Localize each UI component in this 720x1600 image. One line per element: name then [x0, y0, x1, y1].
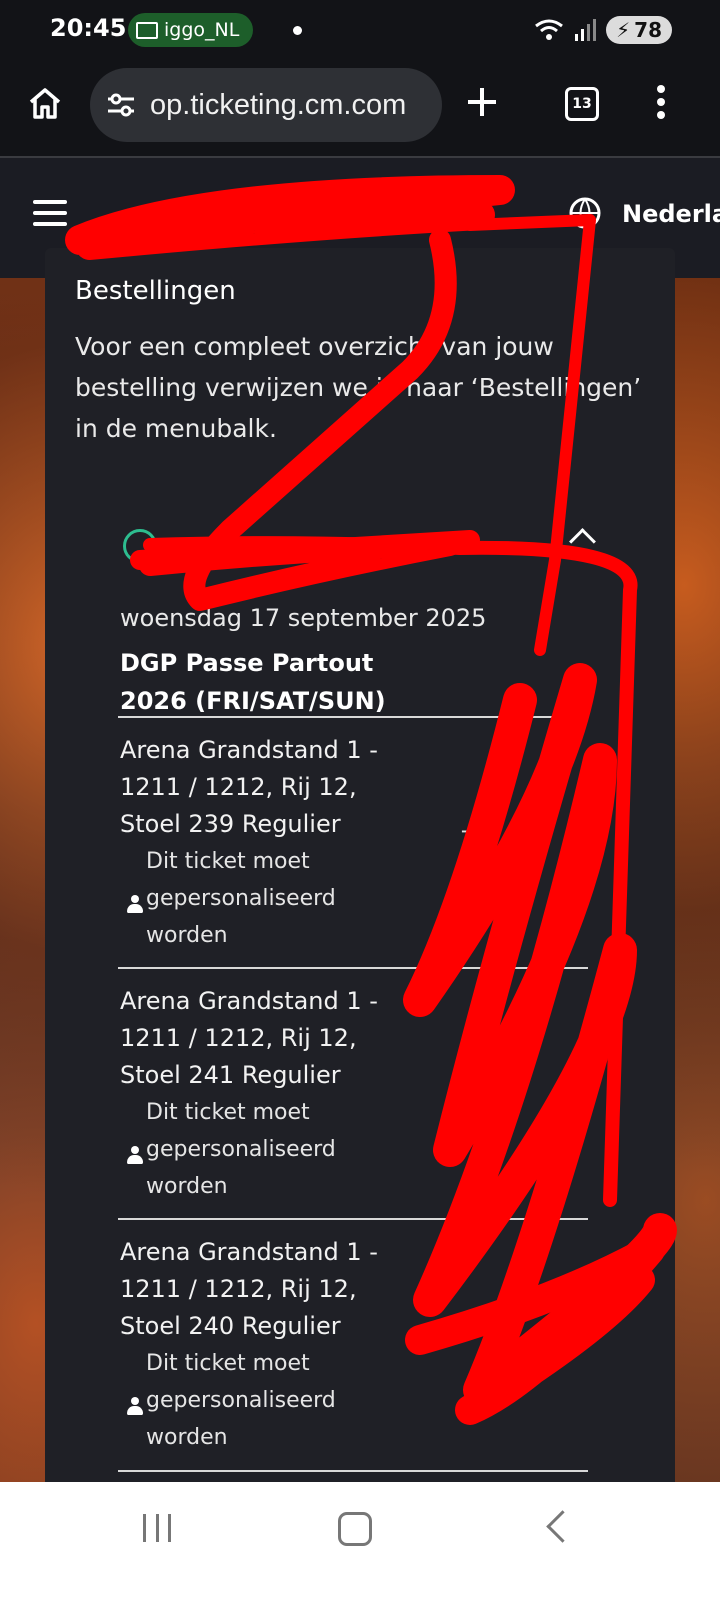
divider — [118, 1218, 588, 1220]
ticket-name: Arena Grandstand 1 - 1211 / 1212, Rij 12… — [120, 736, 378, 838]
charging-icon: ⚡ — [616, 18, 631, 42]
ticket-warning: Dit ticket moet gepersonaliseerd worden — [127, 1094, 420, 1205]
orders-panel: Bestellingen Voor een compleet overzicht… — [45, 248, 675, 1510]
globe-icon[interactable] — [568, 196, 602, 230]
status-icons: ⚡ 78 — [534, 16, 672, 44]
screen-icon — [136, 21, 158, 39]
ticket-warning: Dit ticket moet gepersonaliseerd worden — [127, 1345, 420, 1456]
ticket-item: Arena Grandstand 1 - 1211 / 1212, Rij 12… — [120, 732, 420, 954]
browser-toolbar: op.ticketing.cm.com 13 — [0, 64, 720, 158]
hamburger-icon[interactable] — [33, 200, 67, 226]
home-nav-icon[interactable] — [338, 1512, 372, 1546]
plus-icon[interactable] — [466, 86, 498, 118]
status-bar: 20:45 iggo_NL ⚡ 78 — [0, 0, 720, 64]
system-navigation-bar — [0, 1482, 720, 1600]
divider — [118, 967, 588, 969]
person-icon — [127, 1146, 143, 1166]
signal-icon — [575, 19, 597, 41]
address-bar[interactable]: op.ticketing.cm.com — [90, 68, 442, 142]
battery-level: 78 — [634, 18, 662, 42]
url-text: op.ticketing.cm.com — [150, 88, 407, 121]
chevron-up-icon[interactable] — [569, 528, 596, 555]
wifi-network-badge: iggo_NL — [128, 13, 254, 47]
person-icon — [127, 1397, 143, 1417]
tune-icon[interactable] — [106, 92, 136, 118]
wifi-network-name: iggo_NL — [164, 19, 240, 41]
home-icon[interactable] — [27, 85, 63, 121]
person-icon — [127, 895, 143, 915]
more-vert-icon[interactable] — [656, 84, 666, 120]
ticket-type-partial: Ta — [462, 828, 486, 853]
order-date: woensdag 17 september 2025 — [120, 604, 487, 632]
tabs-button[interactable]: 13 — [565, 87, 599, 121]
language-selector[interactable]: Nederla — [622, 200, 720, 228]
status-time: 20:45 — [50, 14, 127, 42]
divider — [118, 1470, 588, 1472]
ticket-item: Arena Grandstand 1 - 1211 / 1212, Rij 12… — [120, 983, 420, 1205]
ticket-name: Arena Grandstand 1 - 1211 / 1212, Rij 12… — [120, 1238, 378, 1340]
ticket-item: Arena Grandstand 1 - 1211 / 1212, Rij 12… — [120, 1234, 420, 1456]
wifi-icon — [535, 19, 564, 40]
recents-icon[interactable] — [143, 1514, 171, 1542]
panel-description: Voor een compleet overzicht van jouw bes… — [75, 332, 642, 443]
ticket-name: Arena Grandstand 1 - 1211 / 1212, Rij 12… — [120, 987, 378, 1089]
battery-indicator: ⚡ 78 — [606, 16, 672, 44]
ticket-warning: Dit ticket moet gepersonaliseerd worden — [127, 843, 420, 954]
back-icon[interactable] — [546, 1510, 579, 1543]
status-circle-icon — [123, 529, 157, 563]
panel-title: Bestellingen — [75, 276, 236, 306]
event-name: DGP Passe Partout 2026 (FRI/SAT/SUN) — [120, 649, 386, 715]
divider — [118, 716, 588, 718]
notification-dot-icon — [293, 26, 302, 35]
